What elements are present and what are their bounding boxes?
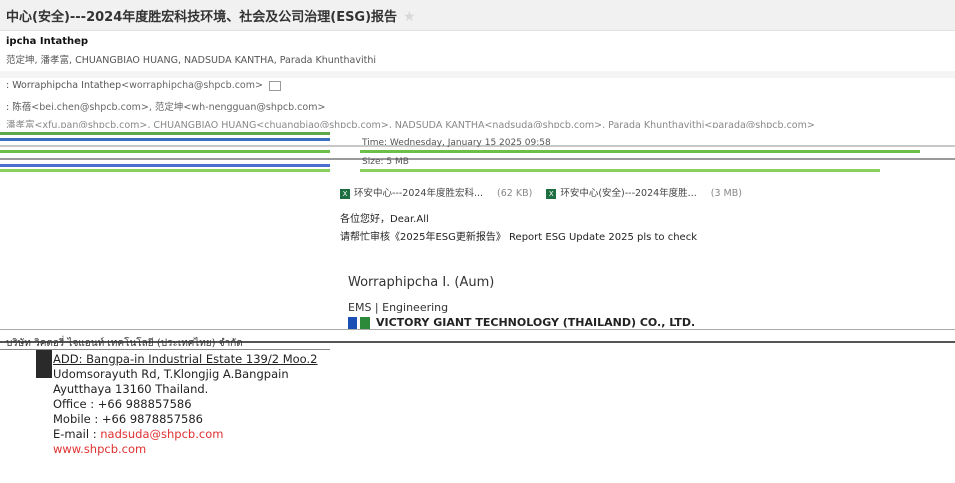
detail-toggle-icon[interactable] bbox=[268, 80, 281, 91]
signature-website-link[interactable]: www.shpcb.com bbox=[53, 442, 317, 457]
glitch-line bbox=[0, 158, 955, 160]
cc-row[interactable]: 潘孝富<xfu.pan@shpcb.com>, CHUANGBIAO HUANG… bbox=[6, 117, 955, 128]
signature-name: Worraphipcha I. (Aum) bbox=[348, 275, 495, 290]
sender-name: ipcha Intathep bbox=[6, 36, 89, 47]
star-icon[interactable]: ★ bbox=[403, 9, 416, 25]
glitch-line bbox=[360, 150, 920, 153]
from-address[interactable]: <worraphipcha@shpcb.com> bbox=[121, 80, 263, 91]
glitch-line bbox=[0, 164, 330, 167]
signature-thai-company: บริษัท วิคตอรี่ ไจแอนท์ เทคโนโลยี (ประเท… bbox=[6, 338, 243, 349]
header-divider bbox=[0, 71, 955, 78]
sent-time: Time: Wednesday, January 15 2025 09:58 bbox=[362, 138, 551, 148]
body-request: 请帮忙审核《2025年ESG更新报告》 Report ESG Update 20… bbox=[340, 232, 697, 243]
to-row: : 陈蓓<bei.chen@shpcb.com>, 范定坤<wh-nenggua… bbox=[6, 102, 326, 113]
glitch-line bbox=[0, 138, 330, 141]
glitch-line bbox=[0, 150, 330, 153]
attachment-item[interactable]: X 环安中心---2024年度胜宏科... (62 KB) bbox=[340, 188, 546, 199]
signature-email-link[interactable]: nadsuda@shpcb.com bbox=[100, 427, 223, 441]
to-addresses[interactable]: <bei.chen@shpcb.com>, 范定坤<wh-nengguan@sh… bbox=[31, 102, 325, 113]
email-subject: 中心(安全)---2024年度胜宏科技环境、社会及公司治理(ESG)报告 ★ bbox=[6, 9, 416, 25]
excel-file-icon: X bbox=[340, 188, 350, 199]
excel-file-icon: X bbox=[546, 188, 557, 199]
subject-bar: 中心(安全)---2024年度胜宏科技环境、社会及公司治理(ESG)报告 ★ bbox=[0, 0, 955, 31]
glitch-line bbox=[0, 132, 330, 135]
glitch-line bbox=[360, 169, 880, 172]
signature-address-block: ADD: Bangpa-in Industrial Estate 139/2 M… bbox=[53, 352, 318, 457]
attachment-item[interactable]: X 环安中心(安全)---2024年度胜... (3 MB) bbox=[546, 188, 756, 199]
rendering-artifact-band: Time: Wednesday, January 15 2025 09:58 S… bbox=[0, 128, 955, 176]
from-row: : Worraphipcha Intathep<worraphipcha@shp… bbox=[6, 80, 281, 91]
signature-marker bbox=[36, 350, 52, 378]
message-size: Size: 5 MB bbox=[362, 157, 409, 167]
recipients-summary: 范定坤, 潘孝富, CHUANGBIAO HUANG, NADSUDA KANT… bbox=[6, 55, 376, 66]
attachments-row: X 环安中心---2024年度胜宏科... (62 KB) X 环安中心(安全)---2… bbox=[340, 185, 756, 199]
glitch-line bbox=[0, 169, 330, 172]
body-greeting: 各位您好，Dear.All bbox=[340, 214, 429, 225]
signature-dept: EMS | Engineering bbox=[348, 301, 449, 314]
glitch-line bbox=[0, 329, 955, 330]
